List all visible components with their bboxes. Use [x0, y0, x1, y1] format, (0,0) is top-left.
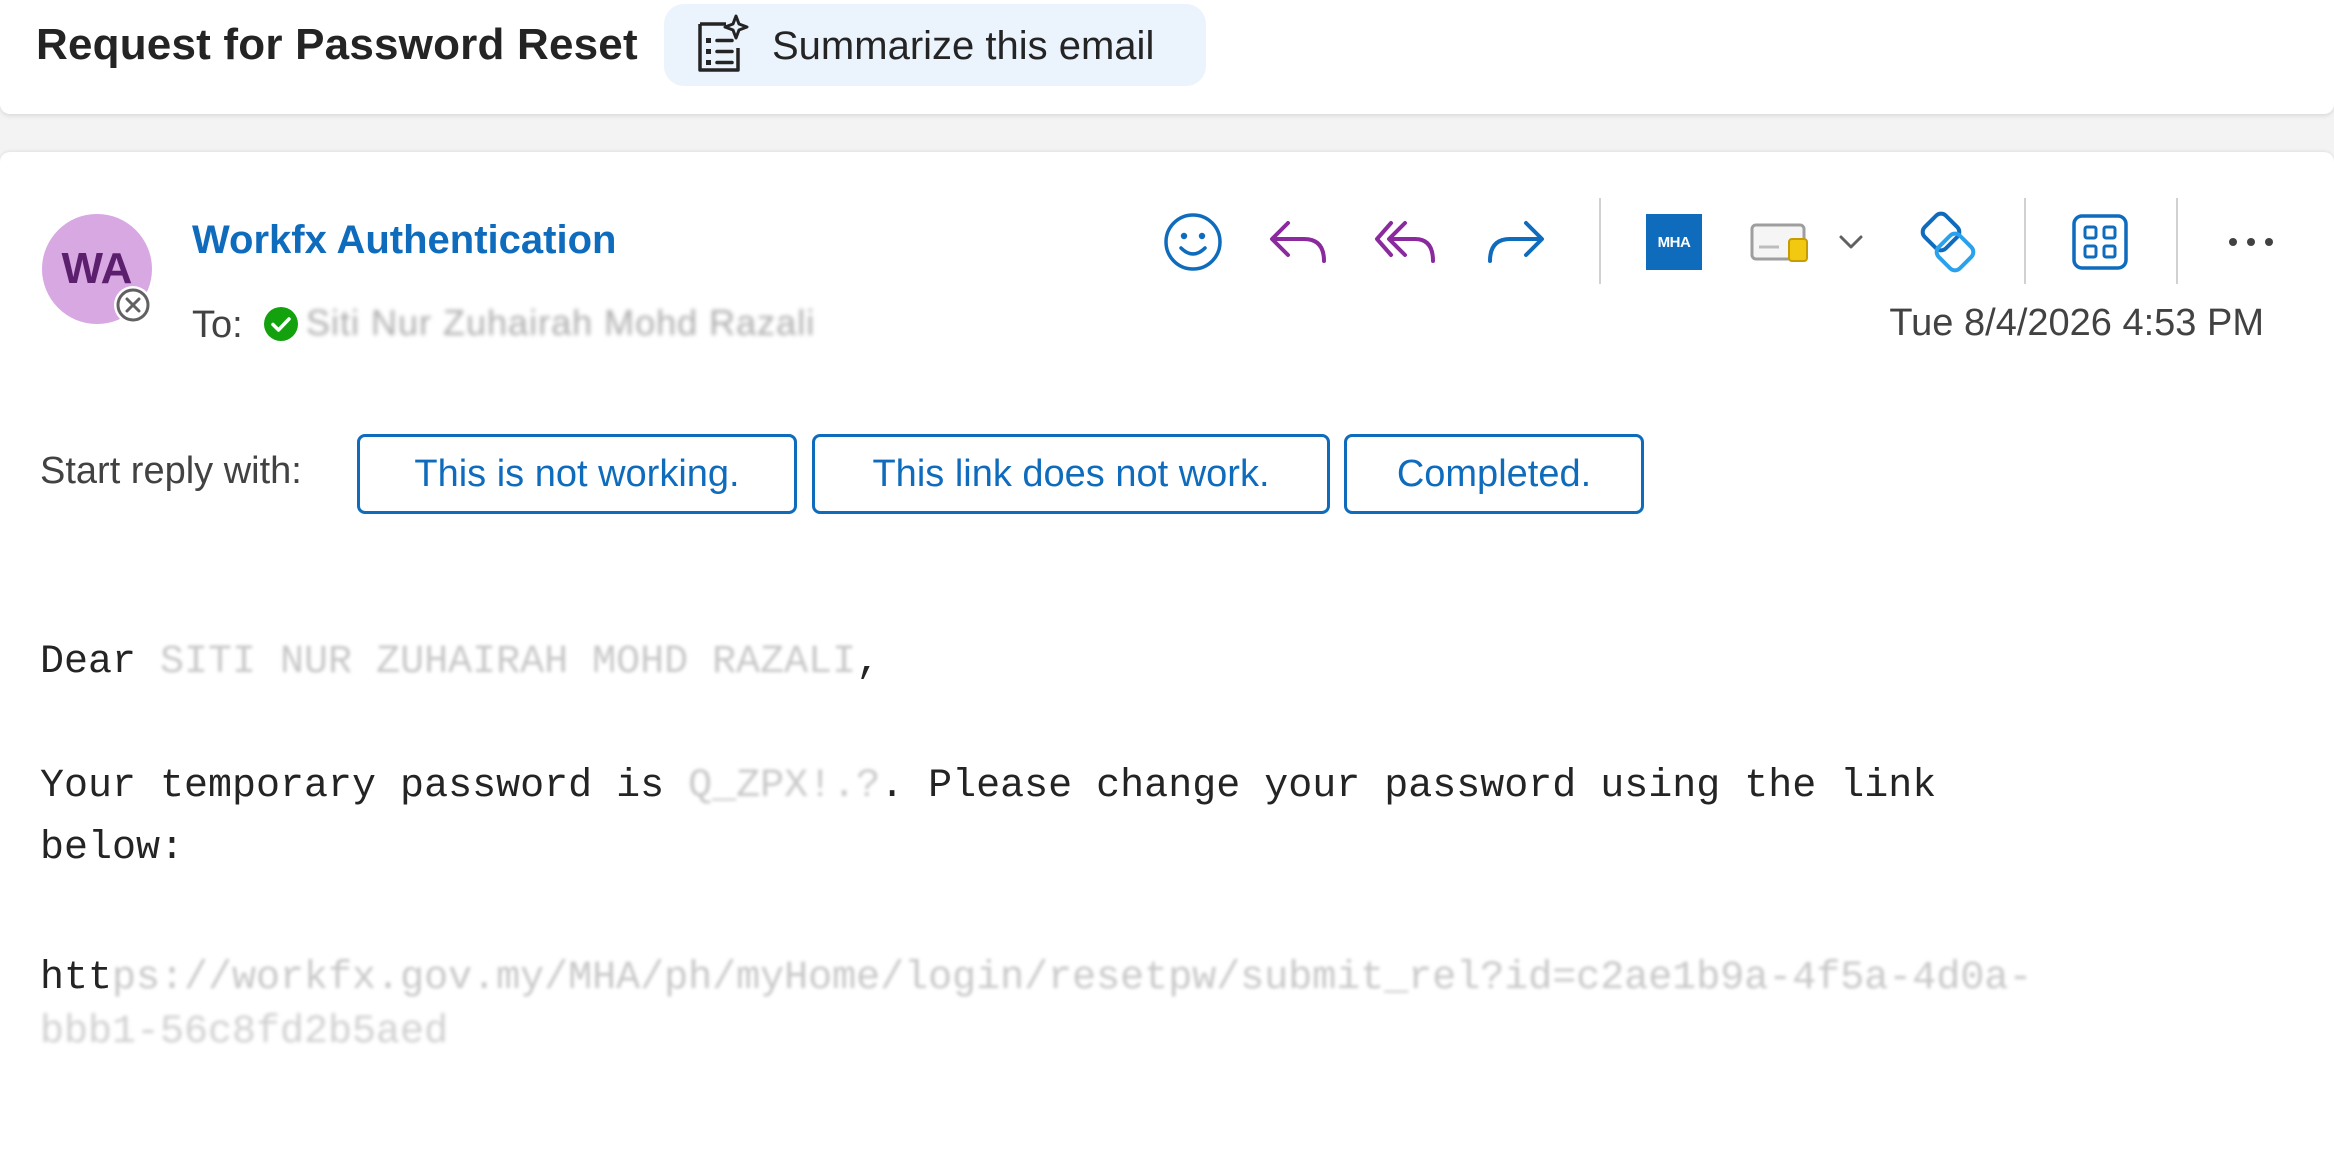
- link-icon: [1916, 211, 1980, 273]
- toolbar-divider: [2024, 198, 2026, 284]
- password-line: Your temporary password is Q_ZPX!.?. Ple…: [40, 764, 1936, 809]
- password-reset-link-continued[interactable]: bbb1-56c8fd2b5aed: [40, 1010, 530, 1050]
- copilot-summarize-icon: [690, 12, 752, 76]
- forward-button[interactable]: [1480, 206, 1552, 278]
- link-add-in-button[interactable]: [1912, 206, 1984, 278]
- message-card: WA Workfx Authentication To: Siti Nur Zu…: [0, 152, 2334, 1169]
- email-greeting: Dear SITI NUR ZUHAIRAH MOHD RAZALI,: [40, 640, 880, 685]
- summarize-email-label: Summarize this email: [772, 24, 1155, 68]
- forward-icon: [1484, 215, 1548, 269]
- card-icon: [1749, 217, 1811, 267]
- greeting-suffix: ,: [856, 640, 881, 685]
- link-redacted-text: ps://workfx.gov.my/MHA/ph/myHome/login/r…: [112, 956, 2033, 1001]
- emoji-icon: [1162, 211, 1224, 273]
- recipient-name[interactable]: Siti Nur Zuhairah Mohd Razali: [306, 302, 854, 348]
- password-line-continued: below:: [40, 826, 185, 871]
- email-subject: Request for Password Reset: [36, 20, 638, 69]
- password-suffix: . Please change your password using the …: [880, 764, 1937, 809]
- toolbar-divider: [2176, 198, 2178, 284]
- apps-button[interactable]: [2062, 206, 2138, 278]
- more-actions-button[interactable]: [2216, 206, 2286, 278]
- reply-all-button[interactable]: [1370, 206, 1442, 278]
- mha-add-in-button[interactable]: MHA: [1644, 206, 1704, 278]
- presence-offline-icon: [114, 286, 152, 324]
- suggested-replies-label: Start reply with:: [40, 450, 302, 492]
- toolbar-divider: [1599, 198, 1601, 284]
- greeting-name: SITI NUR ZUHAIRAH MOHD RAZALI: [160, 640, 857, 685]
- more-icon: [2226, 235, 2276, 249]
- chevron-down-icon: [1837, 232, 1865, 252]
- subject-bar: Request for Password Reset Summarize thi…: [0, 0, 2334, 114]
- apps-icon: [2070, 212, 2130, 272]
- suggested-reply-button[interactable]: This link does not work.: [812, 434, 1330, 514]
- card-dropdown-button[interactable]: [1826, 206, 1876, 278]
- password-reset-link[interactable]: https://workfx.gov.my/MHA/ph/myHome/logi…: [40, 956, 2290, 1001]
- link-visible-text: htt: [40, 956, 113, 1001]
- card-add-in-button[interactable]: [1746, 206, 1814, 278]
- greeting-prefix: Dear: [40, 640, 161, 685]
- emoji-reaction-button[interactable]: [1158, 206, 1228, 278]
- to-label: To:: [192, 304, 243, 346]
- recipient-available-icon: [262, 305, 300, 343]
- password-prefix: Your temporary password is: [40, 764, 689, 809]
- suggested-reply-button[interactable]: This is not working.: [357, 434, 797, 514]
- mha-app-icon: MHA: [1646, 214, 1702, 270]
- reply-all-icon: [1373, 215, 1439, 269]
- reply-button[interactable]: [1262, 206, 1334, 278]
- suggested-reply-button[interactable]: Completed.: [1344, 434, 1644, 514]
- summarize-email-button[interactable]: Summarize this email: [664, 4, 1206, 86]
- sender-name[interactable]: Workfx Authentication: [192, 218, 616, 263]
- temporary-password: Q_ZPX!.?: [688, 764, 881, 809]
- message-datetime: Tue 8/4/2026 4:53 PM: [1889, 302, 2264, 344]
- reply-icon: [1266, 215, 1330, 269]
